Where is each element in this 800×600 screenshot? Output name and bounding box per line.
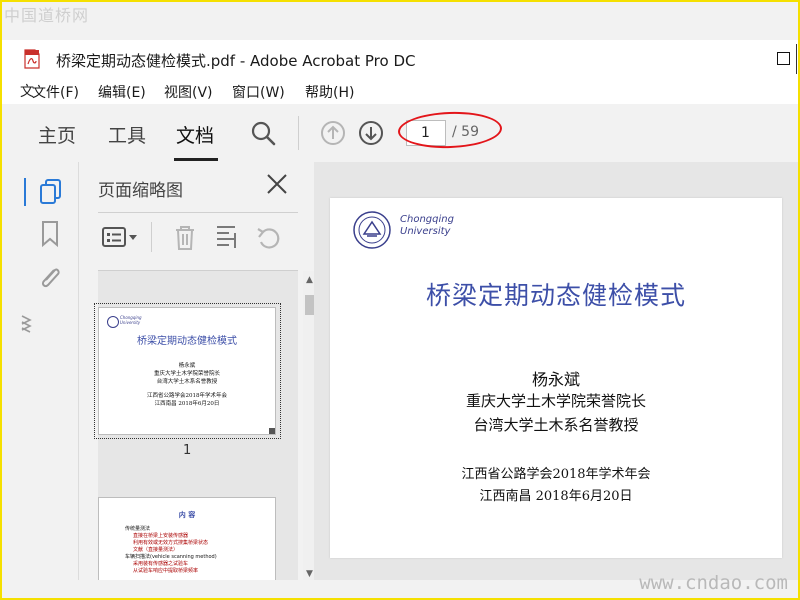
menu-view[interactable]: 视图(V): [164, 82, 213, 102]
tab-document[interactable]: 文档: [176, 121, 214, 148]
menu-bar: 文 文件(F) 编辑(E) 视图(V) 窗口(W) 帮助(H): [0, 78, 800, 104]
tab-home[interactable]: 主页: [38, 121, 76, 148]
document-event: 江西省公路学会2018年学术年会: [461, 467, 651, 482]
watermark-bottom: www.cndao.com: [639, 572, 788, 594]
rotate-icon[interactable]: [255, 224, 283, 252]
window-title: 桥梁定期动态健检模式.pdf - Adobe Acrobat Pro DC: [56, 52, 416, 70]
toolbar-separator: [298, 116, 299, 150]
watermark-top: 中国道桥网: [4, 6, 90, 25]
thumb-logo-line: University: [120, 320, 141, 325]
close-icon[interactable]: [265, 172, 289, 196]
search-icon[interactable]: [250, 120, 276, 146]
thumbnail-page-1[interactable]: Chongqing University 桥梁定期动态健检模式 杨永斌 重庆大学…: [98, 307, 276, 435]
left-rail: [20, 162, 78, 580]
tab-tools[interactable]: 工具: [108, 121, 146, 148]
window-edge: [796, 44, 797, 74]
thumb2-line: 车辆扫描法(vehicle scanning method): [125, 554, 217, 560]
thumb2-line: 采用装有传感器之试验车: [133, 561, 189, 567]
thumb2-line: 利用有效或无效方式搜集桥梁状态: [133, 540, 209, 546]
menu-window[interactable]: 窗口(W): [232, 82, 285, 102]
document-title: 桥梁定期动态健检模式: [425, 281, 686, 310]
pdf-file-icon: [24, 49, 40, 69]
title-bar: 桥梁定期动态健检模式.pdf - Adobe Acrobat Pro DC: [0, 40, 800, 78]
university-name: Chongqing University: [400, 214, 454, 238]
document-author: 杨永斌: [531, 370, 580, 389]
thumbnail-list[interactable]: Chongqing University 桥梁定期动态健检模式 杨永斌 重庆大学…: [94, 270, 317, 589]
panel-tool-separator: [151, 222, 152, 252]
options-menu-icon[interactable]: [101, 226, 141, 250]
thumb-line: 杨永斌: [178, 363, 196, 369]
menu-file[interactable]: 文件(F): [32, 82, 79, 102]
thumb2-line: 文献（直接量测法）: [133, 547, 179, 553]
menu-help[interactable]: 帮助(H): [305, 82, 354, 102]
thumb2-line: 传统量测法: [125, 526, 151, 532]
thumb-title: 桥梁定期动态健检模式: [137, 336, 237, 347]
document-place-date: 江西南昌 2018年6月20日: [479, 489, 633, 504]
thumb-line: 江西南昌 2018年6月20日: [154, 401, 220, 407]
panel-separator: [98, 212, 298, 213]
thumbnail-label-1: 1: [183, 443, 192, 458]
thumb2-title: 内 容: [178, 510, 196, 519]
active-tab-indicator: [174, 158, 218, 161]
document-affiliation-1: 重庆大学土木学院荣誉院长: [465, 392, 646, 410]
thumb-line: 江西省公路学会2018年学术年会: [147, 393, 227, 399]
thumbnail-panel: 页面缩略图 Chongqing University 桥梁定期动态健检模式 杨永…: [78, 162, 317, 589]
thumb2-line: 直接在桥梁上安装传感器: [133, 533, 189, 539]
scroll-down-icon[interactable]: ▼: [306, 569, 313, 579]
page-thumbnails-icon[interactable]: [38, 178, 64, 206]
panel-title: 页面缩略图: [98, 181, 183, 201]
document-viewer[interactable]: Chongqing University 桥梁定期动态健检模式 杨永斌 重庆大学…: [314, 162, 800, 580]
document-page: Chongqing University 桥梁定期动态健检模式 杨永斌 重庆大学…: [330, 198, 782, 558]
thumb-line: 重庆大学土木学院荣誉院长: [153, 371, 220, 377]
attachment-icon[interactable]: [36, 264, 64, 292]
thumb-line: 台湾大学土木系名誉教授: [156, 379, 218, 385]
thumbnail-resize-handle[interactable]: [269, 428, 275, 434]
bookmark-icon[interactable]: [40, 220, 60, 248]
document-affiliation-2: 台湾大学土木系名誉教授: [473, 416, 639, 434]
menu-edit[interactable]: 编辑(E): [98, 82, 146, 102]
university-name-line: Chongqing: [400, 214, 454, 225]
thumb2-line: 从试验车响应中提取桥梁频率: [133, 568, 199, 574]
next-page-icon[interactable]: [358, 120, 384, 146]
university-logo: [107, 316, 119, 328]
previous-page-icon[interactable]: [320, 120, 346, 146]
rail-active-indicator: [24, 178, 26, 206]
university-logo: [353, 211, 391, 249]
scroll-up-icon[interactable]: ▲: [306, 275, 313, 285]
university-name-line: University: [400, 226, 451, 237]
layers-icon[interactable]: [20, 312, 32, 336]
thumbnail-page-2[interactable]: 内 容 传统量测法 直接在桥梁上安装传感器 利用有效或无效方式搜集桥梁状态 文献…: [98, 497, 276, 589]
maximize-button[interactable]: [777, 52, 790, 65]
insert-page-icon[interactable]: [215, 224, 241, 252]
delete-icon[interactable]: [173, 224, 197, 252]
